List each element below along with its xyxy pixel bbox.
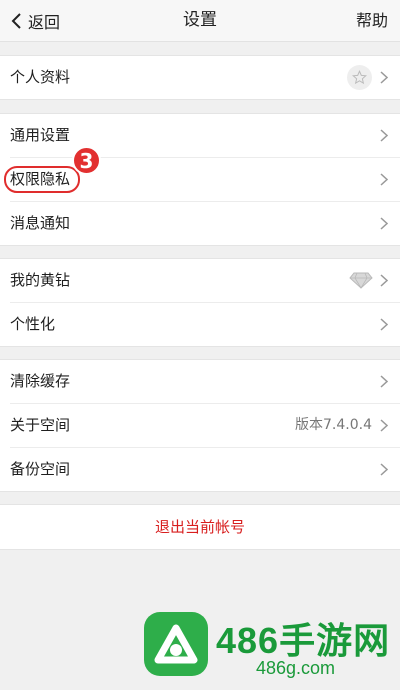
chevron-right-icon — [380, 129, 388, 142]
row-label: 消息通知 — [10, 214, 71, 232]
settings-group-storage: 清除缓存 关于空间 版本7.4.0.4 备份空间 — [0, 359, 400, 492]
row-label: 清除缓存 — [10, 372, 71, 390]
chevron-right-icon — [380, 173, 388, 186]
watermark-logo — [144, 612, 208, 676]
settings-row-profile[interactable]: 个人资料 — [10, 56, 400, 99]
chevron-right-icon — [380, 375, 388, 388]
watermark: 486手游网 486g.com — [140, 608, 400, 690]
chevron-right-icon — [380, 419, 388, 432]
help-button[interactable]: 帮助 — [356, 0, 388, 41]
navbar: 返回 设置 帮助 — [0, 0, 400, 42]
watermark-url: 486g.com — [256, 658, 336, 678]
settings-row-notifications[interactable]: 消息通知 — [10, 202, 400, 245]
highlight-outline — [4, 166, 80, 193]
row-label: 我的黄钻 — [10, 271, 71, 289]
row-label: 个人资料 — [10, 68, 71, 86]
settings-group-general: 通用设置 权限隐私 3 消息通知 — [0, 113, 400, 246]
chevron-right-icon — [380, 274, 388, 287]
settings-row-personalize[interactable]: 个性化 — [10, 303, 400, 346]
settings-row-yellow-diamond[interactable]: 我的黄钻 — [10, 259, 400, 303]
settings-group-vip: 我的黄钻 个性化 — [0, 258, 400, 347]
chevron-right-icon — [380, 463, 388, 476]
row-label: 通用设置 — [10, 126, 71, 144]
row-label: 关于空间 — [10, 416, 71, 434]
settings-row-privacy[interactable]: 权限隐私 3 — [4, 146, 400, 202]
diamond-icon — [349, 272, 373, 289]
settings-row-backup[interactable]: 备份空间 — [10, 448, 400, 491]
settings-group-profile: 个人资料 — [0, 55, 400, 100]
chevron-right-icon — [380, 71, 388, 84]
chevron-right-icon — [380, 318, 388, 331]
version-text: 版本7.4.0.4 — [295, 417, 372, 433]
settings-row-general[interactable]: 通用设置 — [10, 114, 400, 158]
row-label: 备份空间 — [10, 460, 71, 478]
logout-button[interactable]: 退出当前帐号 — [0, 504, 400, 550]
watermark-title: 486手游网 — [216, 620, 391, 661]
star-icon — [347, 65, 372, 90]
back-label: 返回 — [28, 12, 61, 32]
step-badge: 3 — [72, 146, 101, 175]
chevron-right-icon — [380, 217, 388, 230]
back-button[interactable]: 返回 — [10, 0, 60, 41]
settings-row-clear-cache[interactable]: 清除缓存 — [10, 360, 400, 404]
settings-row-about[interactable]: 关于空间 版本7.4.0.4 — [10, 404, 400, 448]
row-label: 个性化 — [10, 315, 56, 333]
chevron-left-icon — [11, 12, 21, 29]
